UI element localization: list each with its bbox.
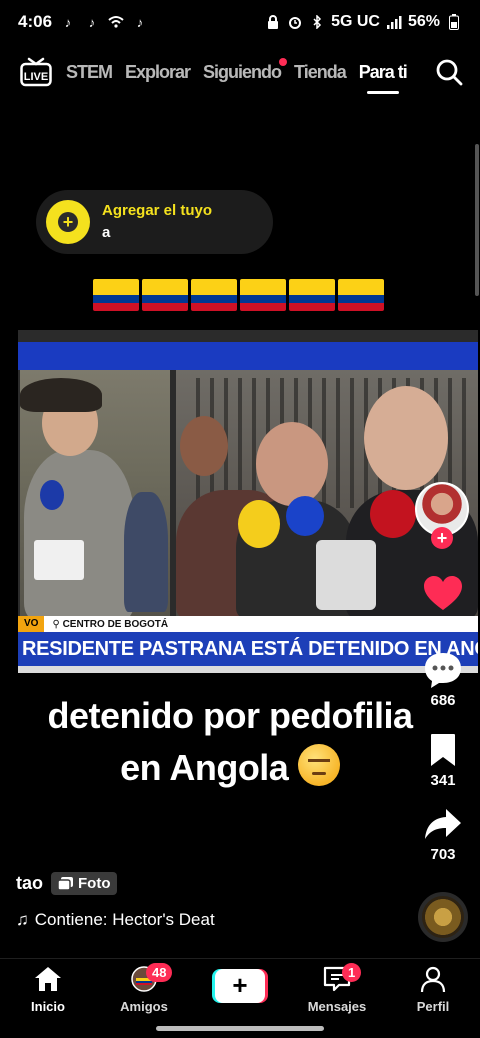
share-count: 703 xyxy=(430,846,456,863)
tiktok-notification-icon: ♪ xyxy=(136,14,144,30)
caption-line-1: detenido por pedofilia xyxy=(47,695,414,736)
save-count: 341 xyxy=(430,772,456,789)
friends-avatar-icon xyxy=(104,965,184,996)
nav-home[interactable]: Inicio xyxy=(8,965,88,1014)
wifi-calling-icon xyxy=(108,14,124,30)
add-yours-icon: + xyxy=(46,200,90,244)
tab-stem[interactable]: STEM xyxy=(66,62,113,83)
like-count: 7,569 xyxy=(424,616,462,633)
comment-icon xyxy=(421,650,465,690)
lock-icon xyxy=(265,14,281,30)
colombia-flag-icon xyxy=(289,279,335,311)
photo-badge-label: Foto xyxy=(78,875,111,892)
reporter-panel xyxy=(20,370,170,620)
network-type: 5G UC xyxy=(331,13,380,30)
top-navigation: LIVE STEM Explorar Siguiendo Tienda Para… xyxy=(0,50,480,94)
share-arrow-icon xyxy=(421,804,465,844)
colombia-flags xyxy=(93,279,384,311)
colombia-flag-icon xyxy=(142,279,188,311)
create-button[interactable]: + xyxy=(212,969,268,1003)
nav-friends[interactable]: Amigos 48 xyxy=(104,963,184,1014)
colombia-flag-icon xyxy=(93,279,139,311)
nav-messages-label: Mensajes xyxy=(307,999,367,1014)
home-indicator[interactable] xyxy=(156,1026,324,1031)
battery-percent: 56% xyxy=(407,13,440,30)
author-info: tao Foto xyxy=(16,872,118,895)
news-headline: RESIDENTE PASTRANA ESTÁ DETENIDO EN ANGO… xyxy=(18,632,478,666)
add-yours-sticker[interactable]: + Agregar el tuyo a xyxy=(36,190,273,254)
signal-icon xyxy=(386,14,402,30)
raised-eyebrow-emoji-icon xyxy=(297,744,340,786)
alarm-icon xyxy=(287,14,303,30)
heart-icon xyxy=(421,574,465,614)
tab-tienda[interactable]: Tienda xyxy=(294,62,347,83)
music-info[interactable]: ♫ Contiene: Hector's Deat xyxy=(16,910,242,930)
like-button[interactable]: 7,569 xyxy=(413,574,473,633)
tiktok-notification-icon: ♪ xyxy=(64,14,72,30)
inbox-icon xyxy=(297,965,377,996)
photo-badge: Foto xyxy=(51,872,118,895)
photo-scrollbar[interactable] xyxy=(475,144,479,296)
colombia-flag-icon xyxy=(191,279,237,311)
save-button[interactable]: 341 xyxy=(413,730,473,789)
tab-siguiendo[interactable]: Siguiendo xyxy=(203,57,288,83)
caption-line-2: en Angola xyxy=(0,742,460,794)
battery-icon xyxy=(446,14,462,30)
news-broadcast-photo: VO ⚲ CENTRO DE BOGOTÁ RESIDENTE PASTRANA… xyxy=(18,330,478,673)
status-bar: 4:06 ♪ ♪ ♪ 5G UC 56% xyxy=(0,0,480,44)
tiktok-notification-icon: ♪ xyxy=(88,14,96,30)
nav-home-label: Inicio xyxy=(31,999,65,1014)
add-yours-subtitle: a xyxy=(102,224,111,241)
tab-explorar[interactable]: Explorar xyxy=(125,62,191,83)
nav-friends-label: Amigos xyxy=(120,999,168,1014)
new-content-dot xyxy=(279,57,288,66)
colombia-flag-icon xyxy=(338,279,384,311)
location-label: ⚲ CENTRO DE BOGOTÁ xyxy=(52,618,169,630)
music-note-icon: ♫ xyxy=(16,910,29,929)
bookmark-icon xyxy=(421,730,465,770)
live-label: LIVE xyxy=(24,71,48,83)
follow-button[interactable]: + xyxy=(431,527,453,549)
live-icon[interactable]: LIVE xyxy=(20,57,52,87)
nav-profile[interactable]: Perfil xyxy=(393,965,473,1014)
photo-caption: detenido por pedofilia en Angola xyxy=(0,690,460,794)
share-button[interactable]: 703 xyxy=(413,804,473,863)
music-disc-icon[interactable] xyxy=(418,892,468,942)
nav-profile-label: Perfil xyxy=(416,999,450,1014)
comment-button[interactable]: 686 xyxy=(413,650,473,709)
add-yours-title: Agregar el tuyo xyxy=(102,202,213,219)
friends-badge: 48 xyxy=(146,963,173,982)
live-tag: VO xyxy=(18,616,45,632)
tab-para-ti[interactable]: Para ti xyxy=(359,62,408,94)
creator-avatar[interactable]: + xyxy=(415,482,471,552)
tab-siguiendo-label: Siguiendo xyxy=(203,61,282,82)
home-icon xyxy=(8,965,88,996)
bluetooth-icon xyxy=(309,14,325,30)
photo-icon xyxy=(58,876,73,891)
nav-messages[interactable]: Mensajes 1 xyxy=(297,963,377,1014)
profile-icon xyxy=(393,965,473,996)
plus-icon: + xyxy=(215,969,265,1003)
comment-count: 686 xyxy=(430,692,456,709)
search-icon[interactable] xyxy=(432,55,466,89)
colombia-flag-icon xyxy=(240,279,286,311)
status-time: 4:06 xyxy=(18,12,53,31)
music-title: Contiene: Hector's Deat xyxy=(34,910,215,929)
author-name[interactable]: tao xyxy=(16,873,43,894)
